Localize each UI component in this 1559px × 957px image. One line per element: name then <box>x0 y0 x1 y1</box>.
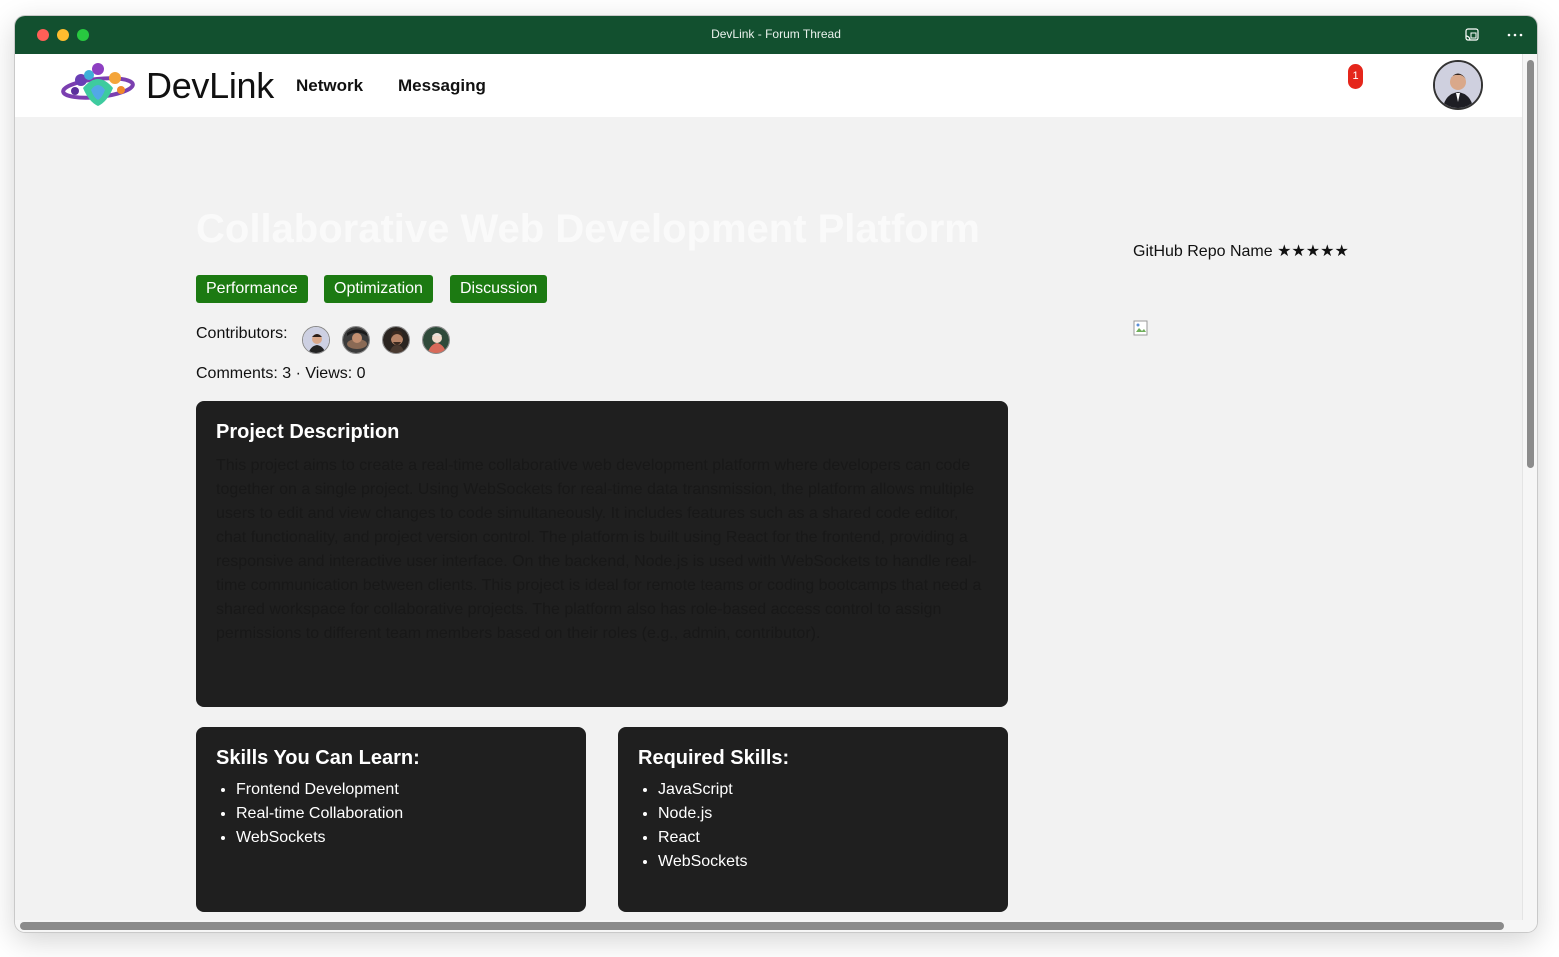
user-avatar-icon <box>1435 62 1481 108</box>
vertical-scrollbar[interactable] <box>1522 54 1537 920</box>
vertical-scrollbar-thumb[interactable] <box>1527 60 1534 468</box>
list-item: Frontend Development <box>236 778 566 802</box>
skills-learn-heading: Skills You Can Learn: <box>216 747 420 769</box>
contributor-avatar[interactable] <box>302 326 330 354</box>
list-item: WebSockets <box>658 850 988 874</box>
horizontal-scrollbar-thumb[interactable] <box>20 922 1504 930</box>
tag-performance[interactable]: Performance <box>196 275 308 303</box>
tag-discussion[interactable]: Discussion <box>450 275 548 303</box>
browser-window: DevLink - Forum Thread DevLink Network M… <box>15 16 1537 932</box>
contributors-label: Contributors: <box>196 325 288 342</box>
tag-optimization[interactable]: Optimization <box>324 275 433 303</box>
horizontal-scrollbar[interactable] <box>15 920 1537 932</box>
list-item: Node.js <box>658 802 988 826</box>
title-bar: DevLink - Forum Thread <box>15 16 1537 54</box>
page-content: DevLink Network Messaging 1 Collaborativ… <box>15 54 1522 920</box>
skills-learn-card: Skills You Can Learn: Frontend Developme… <box>196 727 586 912</box>
project-description-card: Project Description This project aims to… <box>196 401 1008 707</box>
post-title: Collaborative Web Development Platform <box>196 207 980 251</box>
contributor-avatar[interactable] <box>342 326 370 354</box>
user-avatar[interactable] <box>1433 60 1483 110</box>
skills-learn-list: Frontend Development Real-time Collabora… <box>216 778 566 850</box>
cast-icon[interactable] <box>1463 26 1481 44</box>
list-item: React <box>658 826 988 850</box>
more-options-icon[interactable] <box>1506 26 1524 44</box>
notification-badge[interactable]: 1 <box>1348 64 1363 89</box>
post-stats: Comments: 3 · Views: 0 <box>196 365 366 382</box>
project-description-heading: Project Description <box>216 421 400 443</box>
navbar: DevLink Network Messaging 1 <box>15 54 1522 117</box>
nav-messaging-link[interactable]: Messaging <box>398 76 486 96</box>
required-skills-card: Required Skills: JavaScript Node.js Reac… <box>618 727 1008 912</box>
required-skills-heading: Required Skills: <box>638 747 790 769</box>
brand-name[interactable]: DevLink <box>146 65 274 107</box>
github-repo-link[interactable]: GitHub Repo Name ★★★★★ <box>1133 241 1349 261</box>
contributor-avatar[interactable] <box>422 326 450 354</box>
required-skills-list: JavaScript Node.js React WebSockets <box>638 778 988 874</box>
devlink-logo-icon[interactable] <box>61 58 135 110</box>
window-title: DevLink - Forum Thread <box>711 27 841 41</box>
project-description-text: This project aims to create a real-time … <box>216 457 982 642</box>
contributor-avatar[interactable] <box>382 326 410 354</box>
broken-image-icon <box>1133 320 1148 336</box>
list-item: WebSockets <box>236 826 566 850</box>
nav-network-link[interactable]: Network <box>296 76 363 96</box>
list-item: JavaScript <box>658 778 988 802</box>
list-item: Real-time Collaboration <box>236 802 566 826</box>
